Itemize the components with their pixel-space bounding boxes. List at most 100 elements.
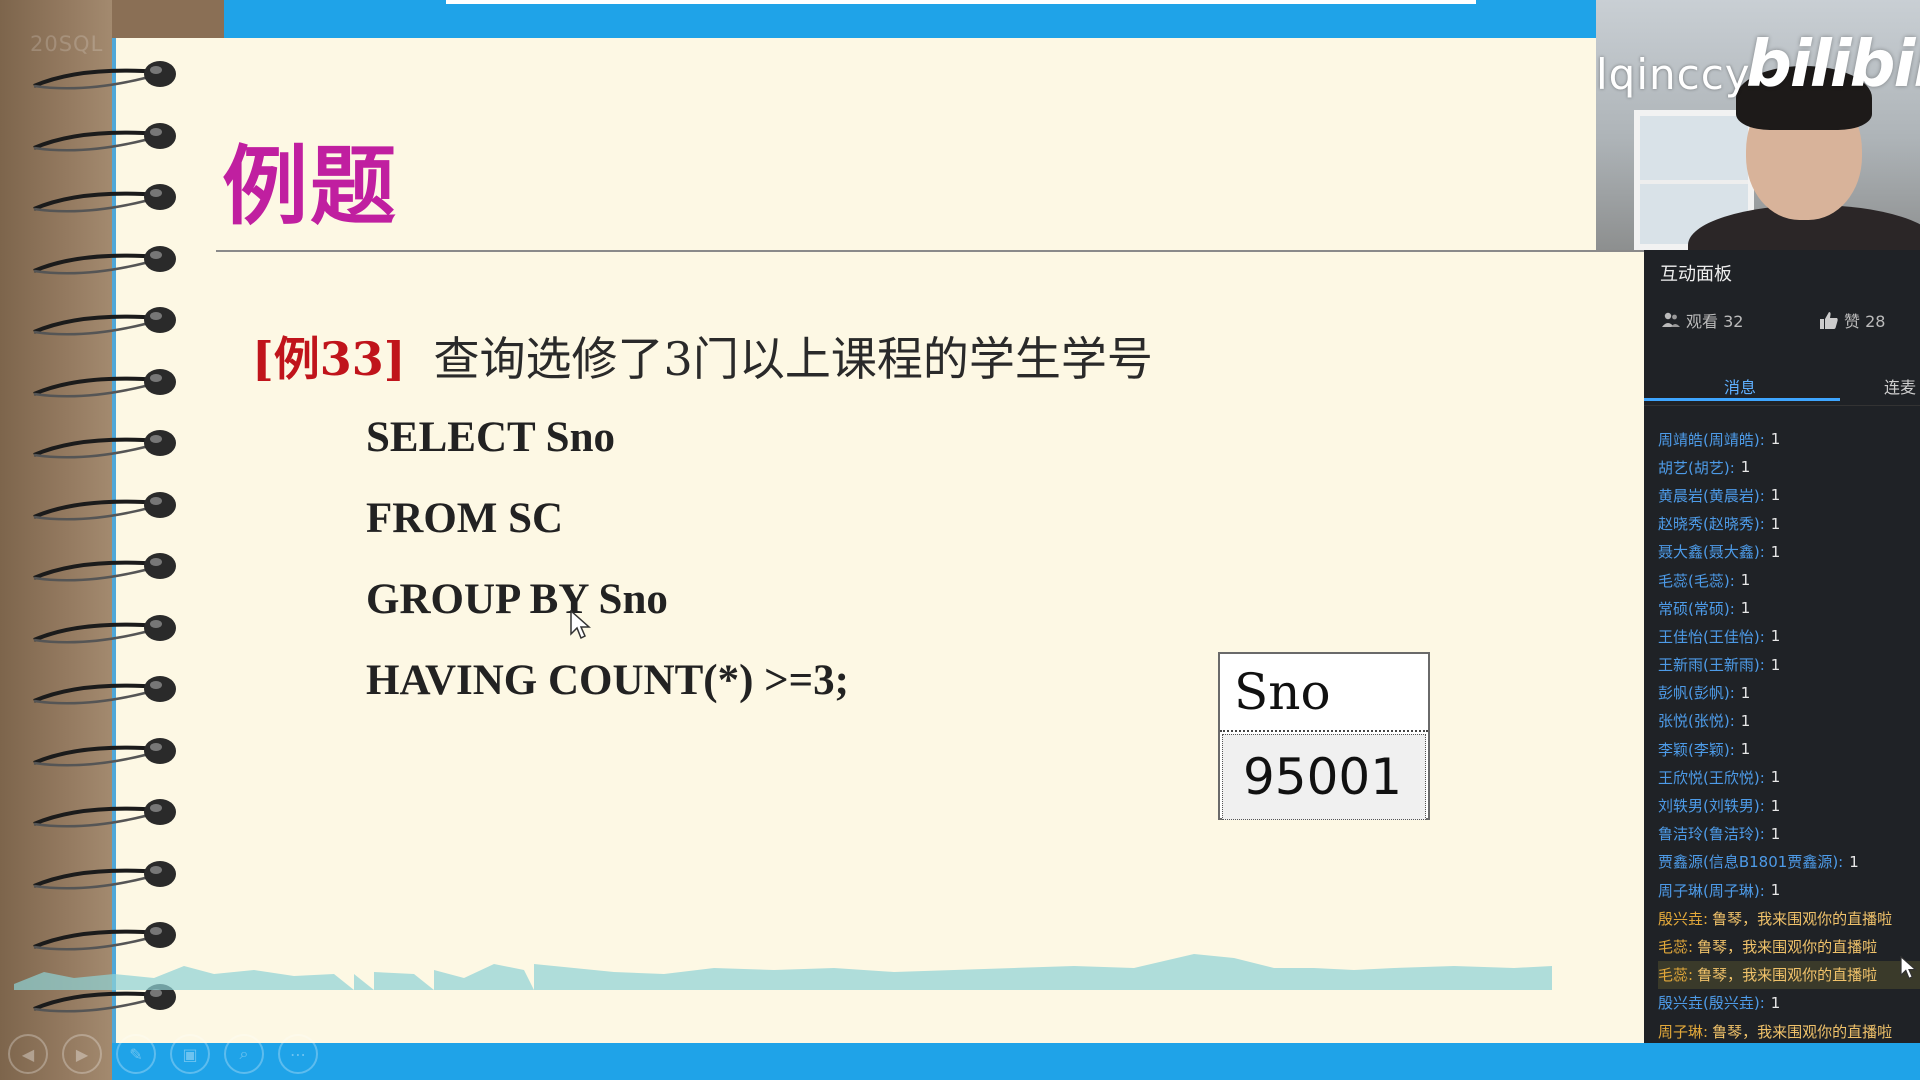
code-line-select: SELECT Sno [366, 414, 615, 461]
interaction-panel: 互动面板 观看 32 赞 28 消息 连麦 周靖皓(周靖皓): 1 胡艺(胡艺): 1… [1644, 250, 1920, 1043]
tab-lianmai[interactable]: 连麦 [1884, 374, 1916, 398]
code-line-from: FROM SC [366, 495, 564, 542]
viewer-count: 观看 32 [1662, 308, 1743, 332]
message-list: 周靖皓(周靖皓): 1 胡艺(胡艺): 1 黄晨岩(黄晨岩): 1 赵晓秀(赵晓秀): 1 聂大… [1658, 425, 1920, 1045]
code-line-having: HAVING COUNT(*) >=3; [366, 657, 849, 704]
list-item: 鲁洁玲(鲁洁玲): 1 [1658, 820, 1920, 848]
message-author: 贾鑫源(信息B1801贾鑫源): [1658, 853, 1844, 872]
list-item: 常硕(常硕): 1 [1658, 594, 1920, 622]
message-text: 1 [1770, 768, 1781, 787]
list-item: 王新雨(王新雨): 1 [1658, 651, 1920, 679]
list-item: 赵晓秀(赵晓秀): 1 [1658, 510, 1920, 538]
zoom-icon[interactable]: ⌕ [224, 1034, 264, 1074]
spiral-ring-icon [33, 799, 176, 828]
message-author: 刘轶男(刘轶男): [1658, 797, 1765, 816]
like-count-label: 赞 28 [1844, 312, 1886, 331]
message-author: 常硕(常硕): [1658, 599, 1735, 618]
message-text: 1 [1770, 514, 1781, 533]
chat-message: 毛蕊: 鲁琴，我来围观你的直播啦 [1658, 960, 1920, 989]
list-item: 毛蕊(毛蕊): 1 [1658, 566, 1920, 594]
spiral-ring-icon [33, 860, 176, 889]
spiral-ring-icon [33, 430, 176, 459]
bilibili-logo: bilibili [1746, 28, 1920, 102]
list-item: 刘轶男(刘轶男): 1 [1658, 791, 1920, 819]
message-author: 黄晨岩(黄晨岩): [1658, 486, 1765, 505]
message-author: 殷兴垚: [1658, 909, 1709, 928]
message-author: 赵晓秀(赵晓秀): [1658, 515, 1765, 534]
tab-messages[interactable]: 消息 [1724, 374, 1756, 398]
list-item: 李颖(李颖): 1 [1658, 735, 1920, 763]
previous-icon[interactable]: ◀ [8, 1034, 48, 1074]
list-item: 彭帆(彭帆): 1 [1658, 679, 1920, 707]
spiral-ring-icon [33, 614, 176, 643]
active-tab-indicator [1644, 398, 1840, 401]
list-item: 聂大鑫(聂大鑫): 1 [1658, 538, 1920, 566]
pen-icon[interactable]: ✎ [116, 1034, 156, 1074]
result-header: Sno [1220, 654, 1428, 732]
list-item: 黄晨岩(黄晨岩): 1 [1658, 481, 1920, 509]
next-icon[interactable]: ▶ [62, 1034, 102, 1074]
result-cell: 95001 [1222, 734, 1426, 820]
mouse-cursor-icon [570, 610, 591, 640]
like-count[interactable]: 赞 28 [1820, 308, 1885, 332]
example-heading: [例33] 查询选修了3门以上课程的学生学号 [252, 323, 1153, 389]
list-item: 王欣悦(王欣悦): 1 [1658, 763, 1920, 791]
message-text: 1 [1770, 430, 1781, 449]
message-text: 1 [1740, 599, 1751, 618]
message-author: 周靖皓(周靖皓): [1658, 430, 1765, 449]
message-text: 1 [1740, 740, 1751, 759]
message-text: 1 [1770, 824, 1781, 843]
webcam-feed: lqinccy bilibili [1596, 0, 1920, 250]
message-author: 鲁洁玲(鲁洁玲): [1658, 825, 1765, 844]
message-text: 1 [1740, 711, 1751, 730]
more-icon[interactable]: ⋯ [278, 1034, 318, 1074]
viewer-count-label: 观看 32 [1686, 312, 1744, 331]
message-author: 王新雨(王新雨): [1658, 656, 1765, 675]
slide-title: 例题 [222, 137, 398, 237]
spiral-ring-icon [33, 307, 176, 336]
message-author: 王佳怡(王佳怡): [1658, 627, 1765, 646]
message-text: 1 [1770, 655, 1781, 674]
spiral-ring-icon [33, 553, 176, 582]
message-text: 1 [1770, 993, 1781, 1012]
spiral-ring-icon [33, 676, 176, 705]
message-text: 鲁琴，我来围观你的直播啦 [1697, 937, 1878, 956]
top-strip-highlight [446, 0, 1476, 4]
spiral-ring-icon [33, 61, 176, 90]
chat-message: 周子琳: 鲁琴，我来围观你的直播啦 [1658, 1017, 1920, 1045]
message-text: 鲁琴，我来围观你的直播啦 [1712, 1022, 1893, 1041]
spiral-ring-icon [33, 184, 176, 213]
list-item: 贾鑫源(信息B1801贾鑫源): 1 [1658, 848, 1920, 876]
message-author: 王欣悦(王欣悦): [1658, 768, 1765, 787]
message-text: 1 [1770, 796, 1781, 815]
list-item: 周靖皓(周靖皓): 1 [1658, 425, 1920, 453]
spiral-ring-icon [33, 245, 176, 274]
slide-page: 例题 [例33] 查询选修了3门以上课程的学生学号 SELECT Sno FROM… [112, 38, 1648, 1043]
mouse-cursor-icon [1900, 956, 1917, 980]
example-text: 查询选修了3门以上课程的学生学号 [433, 332, 1153, 386]
panel-title: 互动面板 [1660, 264, 1732, 285]
video-header-title: 20SQL [30, 32, 104, 56]
message-author: 胡艺(胡艺): [1658, 458, 1735, 477]
list-item: 殷兴垚(殷兴垚): 1 [1658, 989, 1920, 1017]
viewers-icon [1662, 312, 1680, 327]
message-text: 1 [1740, 458, 1751, 477]
chat-message: 殷兴垚: 鲁琴，我来围观你的直播啦 [1658, 904, 1920, 932]
message-author: 周子琳(周子琳): [1658, 881, 1765, 900]
message-author: 周子琳: [1658, 1022, 1709, 1041]
message-author: 毛蕊: [1658, 966, 1694, 985]
list-item: 胡艺(胡艺): 1 [1658, 453, 1920, 481]
title-rule [216, 250, 1648, 252]
slides-icon[interactable]: ▣ [170, 1034, 210, 1074]
message-author: 毛蕊: [1658, 937, 1694, 956]
message-author: 殷兴垚(殷兴垚): [1658, 994, 1765, 1013]
message-author: 彭帆(彭帆): [1658, 684, 1735, 703]
list-item: 周子琳(周子琳): 1 [1658, 876, 1920, 904]
message-text: 鲁琴，我来围观你的直播啦 [1697, 966, 1878, 985]
message-author: 聂大鑫(聂大鑫): [1658, 543, 1765, 562]
message-text: 1 [1770, 486, 1781, 505]
spiral-ring-icon [33, 368, 176, 397]
example-tag: [例33] [252, 332, 406, 386]
top-strip [224, 0, 1596, 38]
result-table: Sno 95001 [1218, 652, 1430, 820]
